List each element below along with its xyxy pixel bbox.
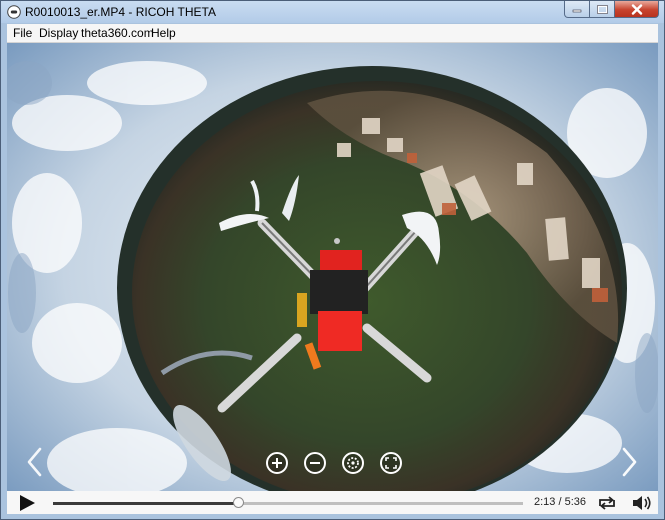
time-display: 2:13 / 5:36: [534, 496, 586, 508]
menu-file[interactable]: File: [13, 26, 32, 40]
menu-bar: File Display theta360.com Help: [7, 24, 658, 43]
view-mode-icon: [342, 452, 364, 474]
view-mode-button[interactable]: [341, 451, 365, 475]
loop-icon: [599, 496, 615, 510]
volume-icon: [633, 496, 651, 510]
view-controls: [265, 451, 403, 475]
next-arrow-button[interactable]: [617, 445, 641, 479]
app-window: R0010013_er.MP4 - RICOH THETA File Displ…: [0, 0, 665, 520]
menu-help[interactable]: Help: [151, 26, 176, 40]
menu-display[interactable]: Display: [39, 26, 78, 40]
window-title: R0010013_er.MP4 - RICOH THETA: [25, 5, 216, 19]
video-viewport[interactable]: 2:13 / 5:36: [7, 43, 658, 514]
volume-button[interactable]: [632, 495, 652, 511]
chevron-left-icon: [27, 447, 42, 477]
title-bar[interactable]: R0010013_er.MP4 - RICOH THETA: [1, 1, 664, 23]
little-planet-video-frame: [7, 43, 658, 514]
chevron-right-icon: [622, 447, 637, 477]
zoom-in-button[interactable]: [265, 451, 289, 475]
zoom-out-icon: [304, 452, 326, 474]
fit-screen-button[interactable]: [379, 451, 403, 475]
previous-arrow-button[interactable]: [23, 445, 47, 479]
loop-button[interactable]: [596, 495, 618, 511]
seek-progress: [53, 502, 239, 505]
close-button[interactable]: [615, 1, 659, 18]
theta-app-icon: [7, 5, 21, 19]
minimize-button[interactable]: [564, 1, 590, 18]
play-button[interactable]: [17, 494, 37, 512]
menu-theta360[interactable]: theta360.com: [81, 26, 154, 40]
zoom-in-icon: [266, 452, 288, 474]
close-icon: [631, 3, 642, 15]
seek-bar[interactable]: [53, 497, 523, 508]
zoom-out-button[interactable]: [303, 451, 327, 475]
seek-handle[interactable]: [232, 497, 244, 508]
fit-screen-icon: [380, 452, 402, 474]
window-controls: [564, 1, 659, 19]
maximize-icon: [596, 4, 608, 14]
minimize-icon: [572, 9, 582, 13]
playback-control-bar: 2:13 / 5:36: [7, 491, 658, 514]
maximize-button[interactable]: [590, 1, 615, 18]
play-icon: [20, 495, 35, 511]
